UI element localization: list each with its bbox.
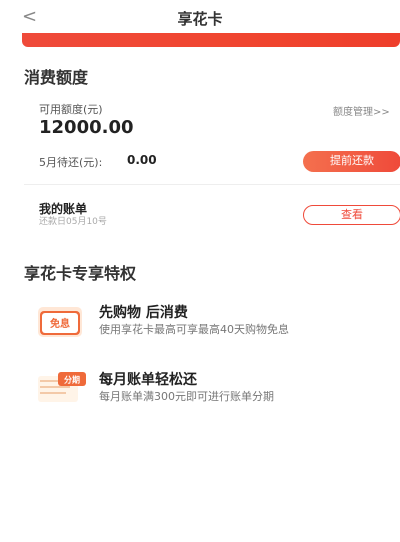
due-amount-value: 0.00: [127, 153, 157, 167]
installment-icon: 分期: [38, 372, 86, 402]
interest-free-icon-text: 免息: [50, 317, 70, 330]
available-credit-amount: 12000.00: [39, 117, 134, 138]
divider: [24, 184, 400, 185]
credit-manage-link[interactable]: 额度管理>>: [333, 103, 390, 118]
interest-free-icon: 免息: [38, 307, 82, 337]
privilege-desc-1: 使用享花卡最高可享最高40天购物免息: [99, 323, 289, 336]
privilege-title-1: 先购物 后消费: [99, 305, 188, 321]
privilege-title-2: 每月账单轻松还: [99, 372, 197, 388]
nav-bar: < 享花卡: [0, 0, 400, 34]
credit-section-title: 消费额度: [24, 68, 89, 87]
repay-date: 还款日05月10号: [39, 217, 107, 227]
card-banner: [22, 33, 400, 47]
repay-early-button[interactable]: 提前还款: [303, 151, 400, 172]
due-amount-label: 5月待还(元):: [39, 156, 103, 169]
available-credit-label: 可用额度(元): [39, 103, 103, 116]
privileges-section-title: 享花卡专享特权: [24, 264, 137, 283]
installment-icon-text: 分期: [64, 375, 80, 385]
view-bill-button[interactable]: 查看: [303, 205, 400, 225]
page-title: 享花卡: [177, 10, 223, 28]
privilege-desc-2: 每月账单满300元即可进行账单分期: [99, 390, 274, 403]
